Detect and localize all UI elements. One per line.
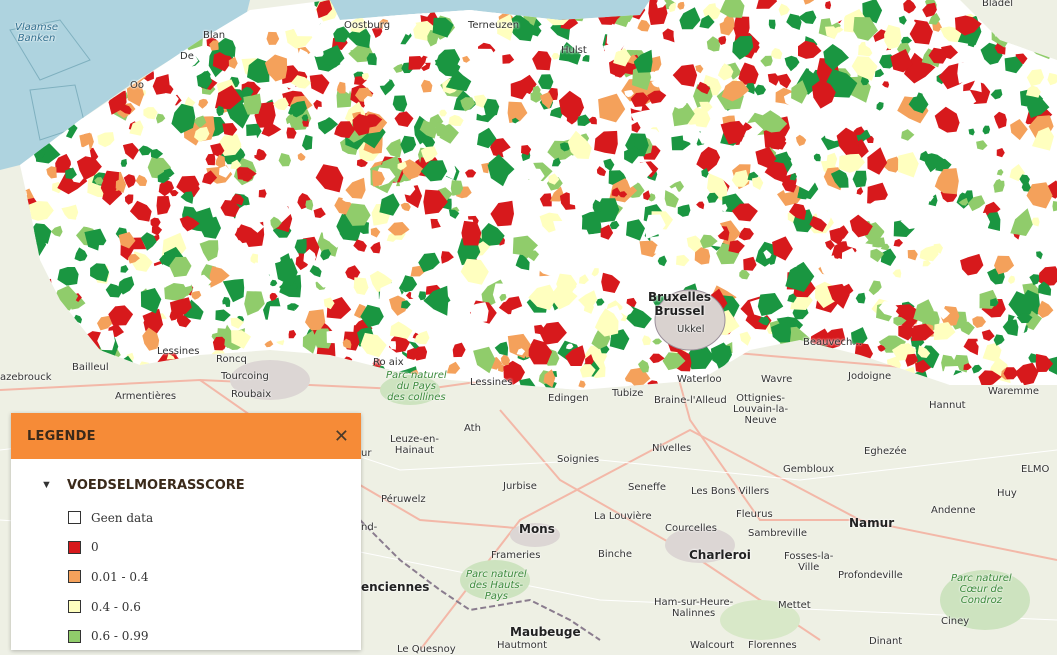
place-label-tubize: Tubize — [612, 388, 643, 399]
place-label-parc-hauts-pays: Parc natureldes Hauts-Pays — [466, 569, 527, 602]
legend-panel: LEGENDE ✕ ▼ VOEDSELMOERASSCORE Geen data… — [11, 413, 361, 650]
place-label-waremme: Waremme — [988, 386, 1039, 397]
legend-item-score-0: 0 — [11, 533, 361, 563]
place-label-bailleul: Bailleul — [72, 362, 109, 373]
place-label-elmo: ELMO — [1021, 464, 1049, 475]
place-label-hulst: Hulst — [561, 45, 587, 56]
legend-swatch — [68, 600, 81, 613]
place-label-vlaamse-banken: VlaamseBanken — [15, 22, 58, 44]
place-label-mons: Mons — [519, 522, 555, 536]
place-label-maubeuge: Maubeuge — [510, 625, 581, 639]
place-label-valenciennes: enciennes — [361, 580, 429, 594]
place-label-namur: Namur — [849, 516, 894, 530]
place-label-la-louviere: La Louvière — [594, 511, 652, 522]
place-label-seneffe: Seneffe — [628, 482, 666, 493]
place-label-hannut: Hannut — [929, 400, 966, 411]
place-label-nivelles: Nivelles — [652, 443, 691, 454]
legend-header: LEGENDE ✕ — [11, 413, 361, 459]
place-label-armentieres: Armentières — [115, 391, 176, 402]
legend-item-geen-data: Geen data — [11, 503, 361, 533]
place-label-parc-coeur-condroz: Parc naturelCœur deCondroz — [951, 573, 1012, 606]
caret-down-icon[interactable]: ▼ — [41, 479, 67, 491]
legend-items: Geen data 0 0.01 - 0.4 0.4 - 0.6 0.6 - 0… — [11, 497, 361, 650]
place-label-jurbise: Jurbise — [503, 481, 537, 492]
place-label-fosses: Fosses-la-Ville — [784, 551, 833, 573]
place-label-leuze: Leuze-en-Hainaut — [390, 434, 439, 456]
place-label-edingen: Edingen — [548, 393, 589, 404]
place-label-frameries: Frameries — [491, 550, 540, 561]
place-label-gembloux: Gembloux — [783, 464, 834, 475]
place-label-mettet: Mettet — [778, 600, 811, 611]
place-label-beauvechain: Beauvech... — [803, 337, 862, 348]
place-label-ur: ur — [361, 448, 371, 459]
place-label-sambreville: Sambreville — [748, 528, 807, 539]
legend-item-label: 0 — [91, 540, 99, 554]
legend-layer-row[interactable]: ▼ VOEDSELMOERASSCORE — [11, 459, 361, 497]
place-label-oostburg: Oostburg — [344, 20, 390, 31]
place-label-walcourt: Walcourt — [690, 640, 734, 651]
legend-swatch — [68, 511, 81, 524]
place-label-courcelles: Courcelles — [665, 523, 717, 534]
parcel-patch — [733, 17, 749, 39]
place-label-terneuzen: Terneuzen — [468, 20, 519, 31]
legend-title: LEGENDE — [27, 429, 96, 444]
place-label-blan: Blan — [203, 30, 225, 41]
place-label-roubaix: Roubaix — [231, 389, 271, 400]
place-label-fleurus: Fleurus — [736, 509, 773, 520]
place-label-ronse-aix: Ro aix — [373, 357, 404, 368]
place-label-lessines-west: Lessines — [157, 346, 199, 357]
place-label-ath: Ath — [464, 423, 481, 434]
legend-item-label: 0.4 - 0.6 — [91, 600, 141, 614]
parcel-patch — [825, 1, 831, 9]
place-label-bladel: Bladel — [982, 0, 1013, 9]
place-label-bruxelles: BruxellesBrussel — [648, 290, 711, 318]
place-label-les-bons-villers: Les Bons Villers — [691, 486, 769, 497]
place-label-ottignies: Ottignies-Louvain-la-Neuve — [733, 393, 788, 426]
legend-layer-title: VOEDSELMOERASSCORE — [67, 478, 245, 493]
legend-swatch — [68, 541, 81, 554]
legend-swatch — [68, 570, 81, 583]
legend-swatch — [68, 630, 81, 643]
place-label-azebrouck: azebrouck — [0, 372, 52, 383]
parcel-patch — [1052, 201, 1057, 211]
place-label-de: De — [180, 51, 194, 62]
place-label-oo: Oo — [130, 80, 144, 91]
legend-item-score-high: 0.6 - 0.99 — [11, 621, 361, 650]
place-label-ham-sur-heure: Ham-sur-Heure-Nalinnes — [654, 597, 733, 619]
place-label-dinant: Dinant — [869, 636, 902, 647]
place-label-soignies: Soignies — [557, 454, 599, 465]
place-label-binche: Binche — [598, 549, 632, 560]
place-label-peruwelz: Péruwelz — [381, 494, 426, 505]
place-label-hautmont: Hautmont — [497, 640, 547, 651]
place-label-tourcoing: Tourcoing — [221, 371, 269, 382]
place-label-braine: Braine-l'Alleud — [654, 395, 727, 406]
place-label-andenne: Andenne — [931, 505, 976, 516]
place-label-ciney: Ciney — [941, 616, 969, 627]
place-label-parc-pays-collines: Parc natureldu Paysdes collines — [386, 370, 447, 403]
place-label-ukkel: Ukkel — [677, 324, 704, 335]
place-label-profondeville: Profondeville — [838, 570, 903, 581]
place-label-nd: nd- — [361, 522, 377, 533]
place-label-wavre: Wavre — [761, 374, 792, 385]
place-label-florennes: Florennes — [748, 640, 797, 651]
place-label-huy: Huy — [997, 488, 1017, 499]
legend-item-label: 0.6 - 0.99 — [91, 629, 149, 643]
legend-item-score-low: 0.01 - 0.4 — [11, 562, 361, 592]
legend-item-score-mid: 0.4 - 0.6 — [11, 592, 361, 622]
place-label-waterloo: Waterloo — [677, 374, 722, 385]
place-label-eghezee: Eghezée — [864, 446, 907, 457]
place-label-charleroi: Charleroi — [689, 548, 751, 562]
legend-item-label: 0.01 - 0.4 — [91, 570, 149, 584]
legend-item-label: Geen data — [91, 511, 153, 525]
close-icon[interactable]: ✕ — [334, 427, 349, 445]
place-label-roncq: Roncq — [216, 354, 247, 365]
place-label-lessines: Lessines — [470, 377, 512, 388]
place-label-jodoigne: Jodoigne — [848, 371, 891, 382]
